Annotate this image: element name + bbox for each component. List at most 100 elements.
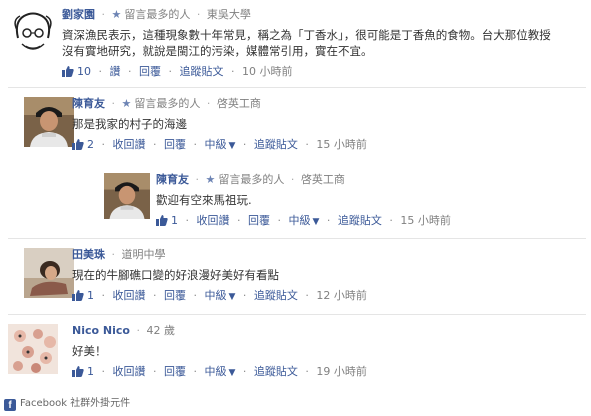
top-commenter-badge: 留言最多的人 [218, 173, 285, 186]
separator: · [242, 289, 247, 302]
comment-text-line: 資深漁民表示，這種現象數十年常見，稱之為「丁香水」，很可能是丁香魚的食物。台大那… [62, 28, 551, 42]
star-icon: ★ [205, 173, 216, 186]
unlike-button[interactable]: 收回讚 [113, 365, 146, 378]
comment-header: Nico Nico · 42 歲 [72, 324, 582, 338]
chevron-down-icon: ▼ [228, 368, 236, 378]
unlike-button[interactable]: 收回讚 [113, 138, 146, 151]
timestamp[interactable]: 15 小時前 [400, 214, 451, 227]
like-count[interactable]: 1 [171, 214, 178, 227]
star-icon: ★ [111, 8, 122, 21]
unlike-button[interactable]: 收回讚 [197, 214, 230, 227]
avatar[interactable] [8, 324, 58, 374]
top-commenter-badge: 留言最多的人 [124, 8, 191, 21]
timestamp[interactable]: 19 小時前 [316, 365, 367, 378]
commenter-name[interactable]: Nico Nico [72, 324, 130, 337]
chevron-down-icon: ▼ [228, 141, 236, 151]
comment-text: 歡迎有空來馬祖玩. [156, 193, 252, 207]
follow-post-button[interactable]: 追蹤貼文 [254, 365, 298, 378]
footer: f Facebook 社群外掛元件 [4, 397, 130, 411]
moderation-label: 中級 [204, 365, 227, 378]
reply-item: 陳育友 · ★ 留言最多的人 · 啓英工商 歡迎有空來馬祖玩. 1 · 收回讚 ·… [104, 173, 586, 233]
separator: · [242, 365, 247, 378]
comment-actions: 2 · 收回讚 · 回覆 · 中級 ▼ · 追蹤貼文 · 15 小時前 [72, 138, 582, 154]
follow-post-button[interactable]: 追蹤貼文 [180, 65, 224, 78]
unlike-button[interactable]: 收回讚 [113, 289, 146, 302]
reply-button[interactable]: 回覆 [164, 138, 186, 151]
moderation-dropdown[interactable]: 中級 ▼ [289, 214, 320, 227]
separator: · [305, 138, 309, 151]
comment-body: 田美珠 · 道明中學 現在的牛腳礁口變的好浪漫好美好有看點 1 · 收回讚 · … [72, 248, 582, 305]
separator: · [195, 173, 200, 186]
like-button[interactable]: 讚 [110, 65, 121, 78]
comment-body: 陳育友 · ★ 留言最多的人 · 啓英工商 那是我家的村子的海邊 2 · 收回讚 … [72, 97, 582, 154]
moderation-dropdown[interactable]: 中級 ▼ [205, 365, 236, 378]
thumbs-up-icon [72, 290, 84, 305]
separator: · [242, 138, 247, 151]
separator: · [153, 138, 157, 151]
reply-button[interactable]: 回覆 [139, 65, 161, 78]
separator: · [101, 365, 106, 378]
top-commenter-badge: 留言最多的人 [134, 97, 201, 110]
separator: · [206, 97, 211, 110]
avatar[interactable] [24, 97, 74, 147]
star-icon: ★ [121, 97, 132, 110]
comment-actions: 10 · 讚 · 回覆 · 追蹤貼文 · 10 小時前 [62, 65, 582, 81]
timestamp[interactable]: 10 小時前 [242, 65, 293, 78]
moderation-label: 中級 [204, 289, 227, 302]
divider [8, 87, 586, 88]
separator: · [305, 289, 309, 302]
separator: · [101, 138, 106, 151]
comment-header: 陳育友 · ★ 留言最多的人 · 啓英工商 [156, 173, 582, 187]
comment-text: 資深漁民表示，這種現象數十年常見，稱之為「丁香水」，很可能是丁香魚的食物。台大那… [62, 27, 582, 59]
comment-text: 那是我家的村子的海邊 [72, 117, 187, 131]
like-count[interactable]: 1 [87, 365, 94, 378]
separator: · [101, 289, 106, 302]
reply-button[interactable]: 回覆 [164, 365, 186, 378]
moderation-dropdown[interactable]: 中級 ▼ [205, 138, 236, 151]
separator: · [326, 214, 331, 227]
comment-header: 陳育友 · ★ 留言最多的人 · 啓英工商 [72, 97, 582, 111]
comment-body: 劉家園 · ★ 留言最多的人 · 東吳大學 資深漁民表示，這種現象數十年常見，稱之… [62, 8, 582, 81]
avatar[interactable] [104, 173, 150, 219]
follow-post-button[interactable]: 追蹤貼文 [254, 138, 298, 151]
separator: · [193, 365, 198, 378]
like-count[interactable]: 1 [87, 289, 94, 302]
comment-body: Nico Nico · 42 歲 好美！ 1 · 收回讚 · 回覆 · 中級 ▼ … [72, 324, 582, 381]
divider [8, 238, 586, 239]
comment-text-line: 沒有實地研究，就說是閩江的污染，媒體常引用，實在不宜。 [62, 44, 373, 58]
divider [8, 314, 586, 315]
commenter-name[interactable]: 劉家園 [62, 8, 95, 21]
commenter-school[interactable]: 啓英工商 [301, 173, 345, 186]
timestamp[interactable]: 12 小時前 [316, 289, 367, 302]
thumbs-up-icon [62, 66, 74, 81]
facebook-icon: f [4, 399, 16, 411]
separator: · [98, 65, 103, 78]
timestamp[interactable]: 15 小時前 [316, 138, 367, 151]
comment-item: 田美珠 · 道明中學 現在的牛腳礁口變的好浪漫好美好有看點 1 · 收回讚 · … [24, 248, 586, 308]
comment-actions: 1 · 收回讚 · 回覆 · 中級 ▼ · 追蹤貼文 · 19 小時前 [72, 365, 582, 381]
commenter-school[interactable]: 啓英工商 [217, 97, 261, 110]
follow-post-button[interactable]: 追蹤貼文 [338, 214, 382, 227]
separator: · [277, 214, 282, 227]
commenter-school[interactable]: 東吳大學 [207, 8, 251, 21]
commenter-school[interactable]: 道明中學 [122, 248, 166, 261]
commenter-name[interactable]: 陳育友 [72, 97, 105, 110]
separator: · [193, 289, 198, 302]
like-count[interactable]: 10 [77, 65, 91, 78]
comment-text: 好美！ [72, 344, 107, 358]
commenter-name[interactable]: 田美珠 [72, 248, 105, 261]
facebook-link[interactable]: Facebook [20, 398, 67, 409]
moderation-dropdown[interactable]: 中級 ▼ [205, 289, 236, 302]
separator: · [237, 214, 241, 227]
moderation-label: 中級 [288, 214, 311, 227]
avatar[interactable] [8, 8, 58, 58]
separator: · [196, 8, 201, 21]
avatar[interactable] [24, 248, 74, 298]
reply-button[interactable]: 回覆 [248, 214, 270, 227]
like-count[interactable]: 2 [87, 138, 94, 151]
commenter-name[interactable]: 陳育友 [156, 173, 189, 186]
reply-button[interactable]: 回覆 [164, 289, 186, 302]
social-plugin-label: 社群外掛元件 [70, 398, 131, 409]
thumbs-up-icon [156, 215, 168, 230]
follow-post-button[interactable]: 追蹤貼文 [254, 289, 298, 302]
